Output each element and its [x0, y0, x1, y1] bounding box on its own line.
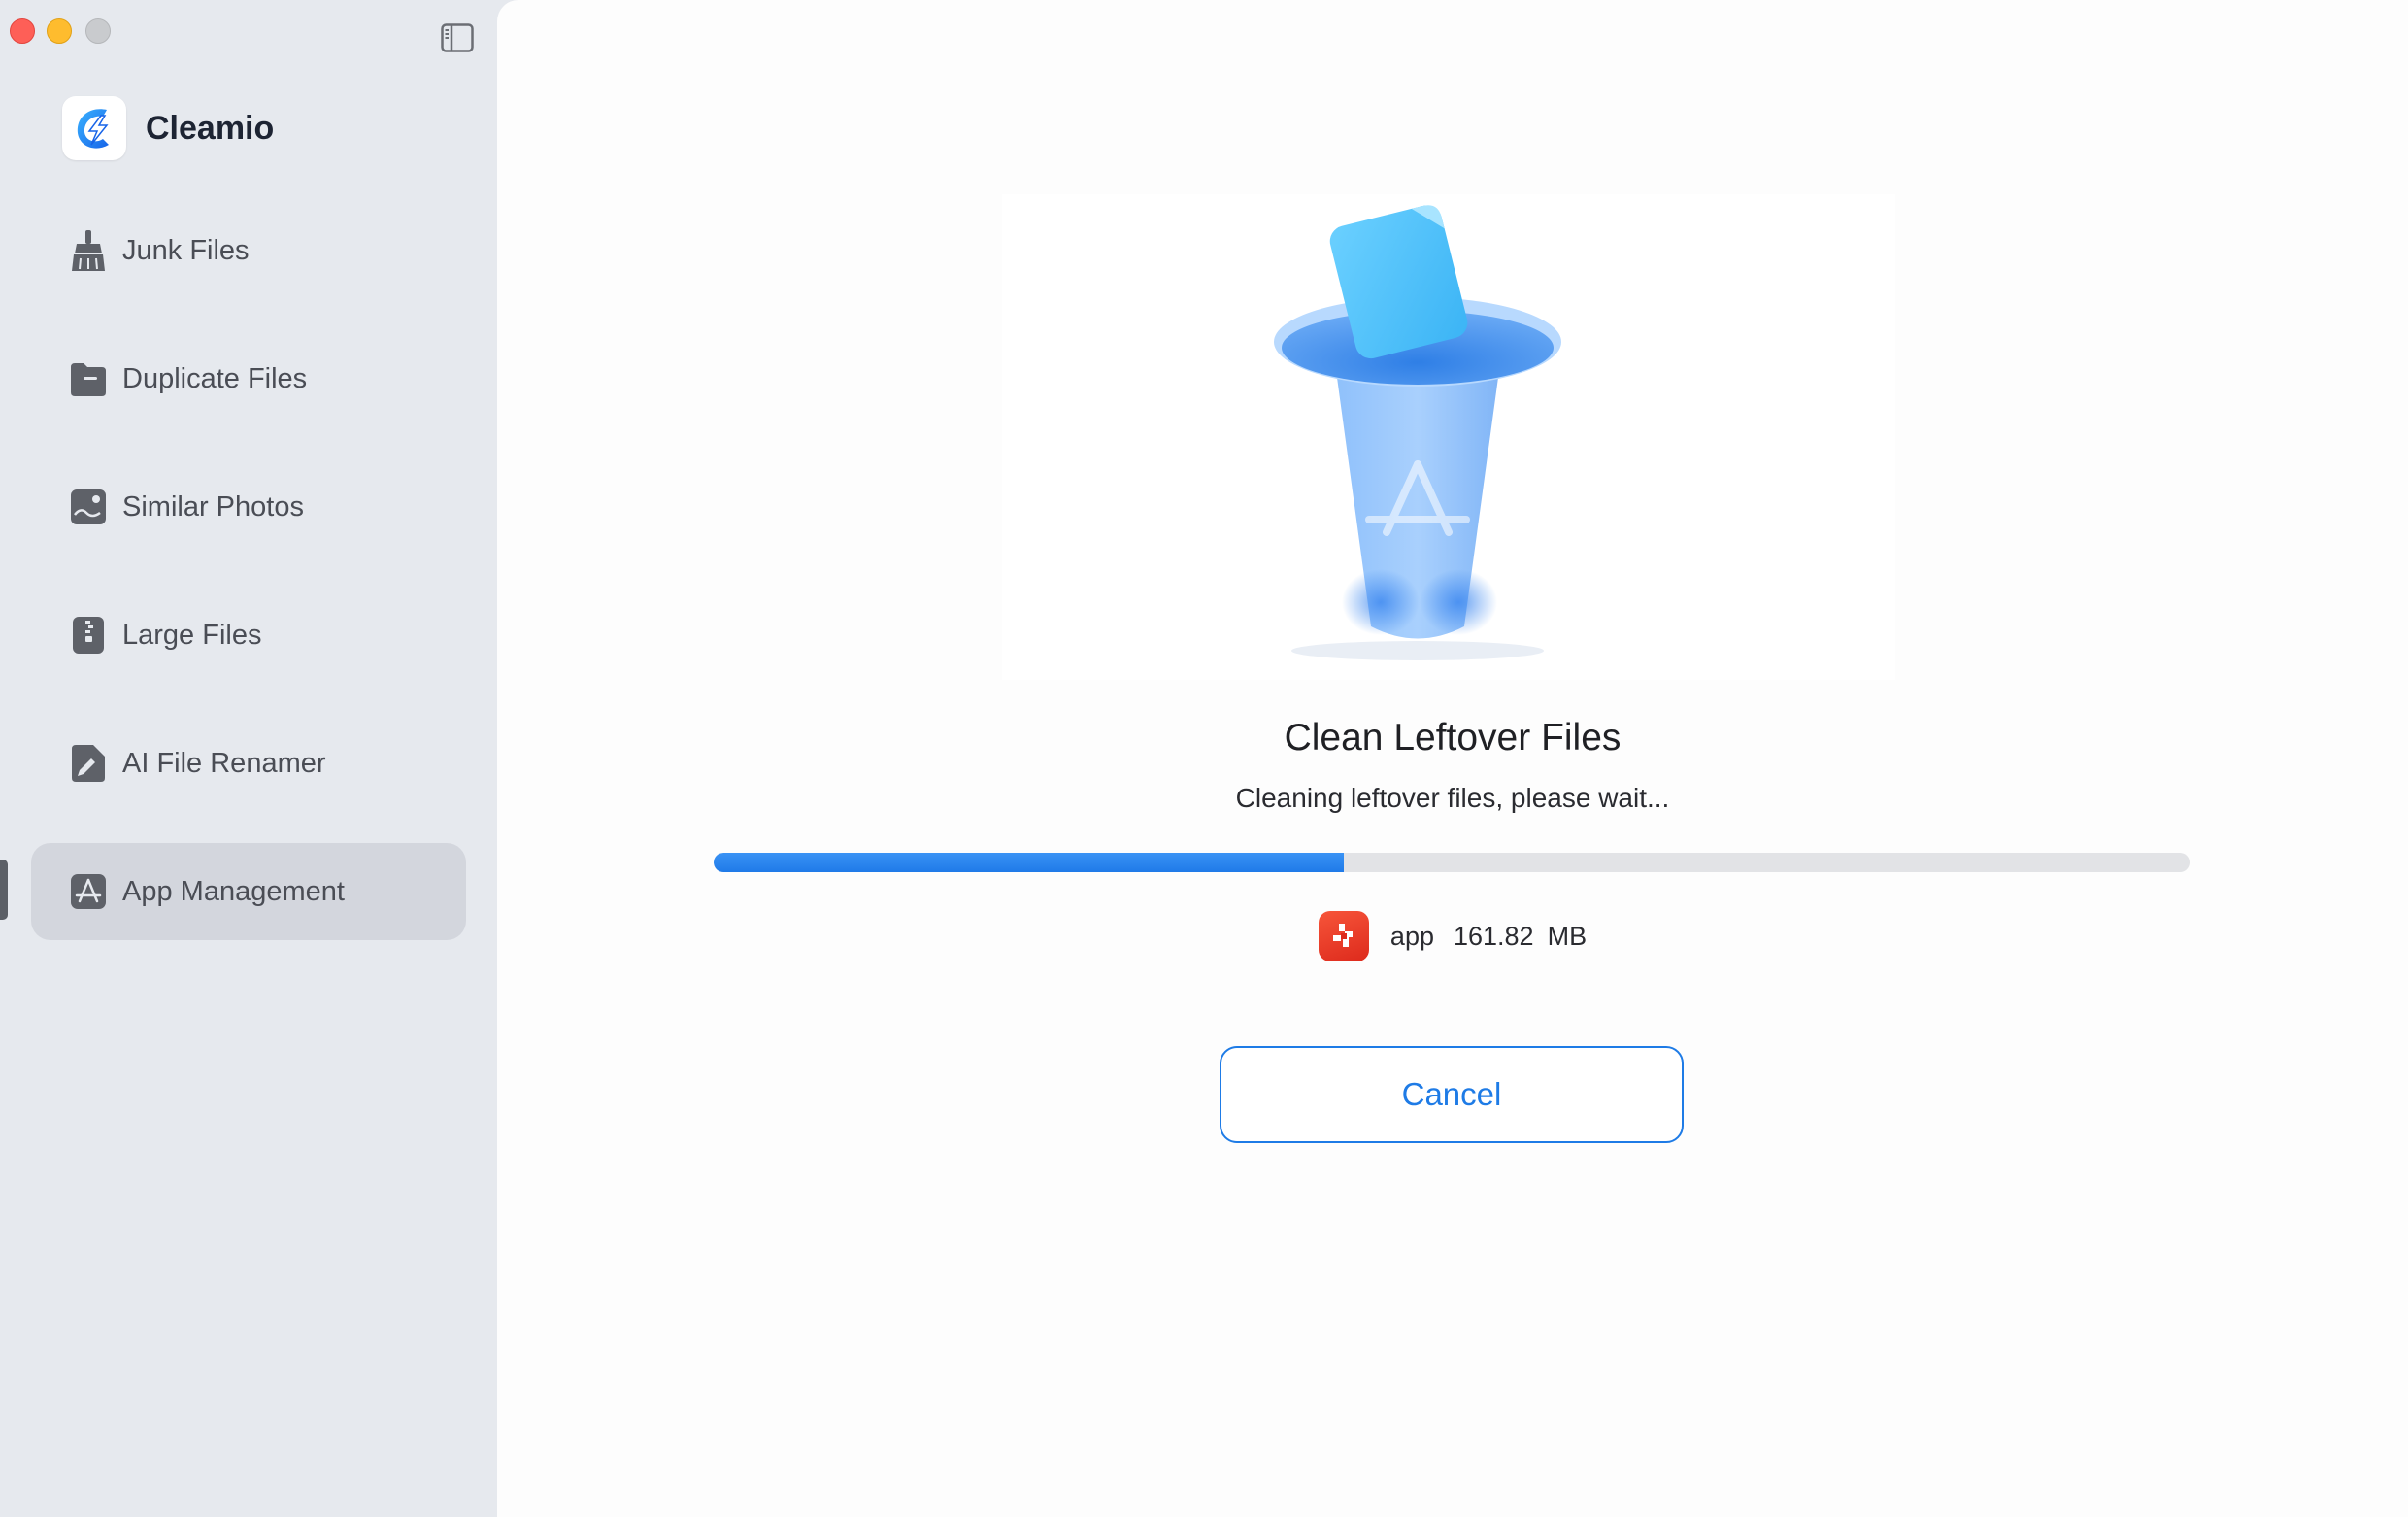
app-window: Cleamio Junk Files Duplicate Files Simil…: [0, 0, 2408, 1517]
sidebar-item-label: App Management: [122, 875, 345, 907]
window-minimize-button[interactable]: [47, 18, 72, 44]
current-file-size-unit: MB: [1547, 921, 1588, 951]
sidebar-item-label: Large Files: [122, 619, 262, 651]
trash-can-icon: [1274, 205, 1561, 660]
app-store-icon: [68, 869, 109, 914]
photo-icon: [68, 485, 109, 529]
current-file-row: app 161.82 MB: [497, 911, 2408, 961]
sidebar-item-similar-photos[interactable]: Similar Photos: [31, 458, 466, 556]
current-file-size: 161.82: [1453, 921, 1534, 951]
sidebar-nav: Junk Files Duplicate Files Similar Photo…: [31, 202, 466, 971]
zip-file-icon: [68, 613, 109, 657]
sidebar: Cleamio Junk Files Duplicate Files Simil…: [0, 0, 497, 1517]
sidebar-item-label: Junk Files: [122, 234, 250, 266]
sidebar-item-duplicate-files[interactable]: Duplicate Files: [31, 330, 466, 427]
page-title: Clean Leftover Files: [1284, 717, 1622, 758]
window-close-button[interactable]: [10, 18, 35, 44]
broom-icon: [68, 228, 109, 273]
folder-icon: [68, 356, 109, 401]
brand: Cleamio: [62, 95, 274, 161]
trash-can-illustration: [1002, 194, 1895, 680]
sidebar-item-label: Duplicate Files: [122, 362, 308, 394]
brand-name: Cleamio: [146, 109, 275, 147]
progress-bar: [714, 853, 2190, 872]
sidebar-item-label: AI File Renamer: [122, 747, 326, 779]
sidebar-toggle-icon[interactable]: [441, 23, 474, 52]
app-icon: [1318, 911, 1369, 961]
progress-bar-fill: [714, 853, 1345, 872]
window-zoom-button[interactable]: [85, 18, 111, 44]
file-rename-icon: [68, 741, 109, 786]
current-file-name: app: [1389, 921, 1434, 951]
sidebar-item-app-management[interactable]: App Management: [31, 843, 466, 940]
status-text: Cleaning leftover files, please wait...: [1235, 783, 1670, 813]
sidebar-item-junk-files[interactable]: Junk Files: [31, 202, 466, 299]
sidebar-item-label: Similar Photos: [122, 490, 304, 523]
active-item-marker: [0, 860, 8, 920]
sidebar-item-large-files[interactable]: Large Files: [31, 587, 466, 684]
sidebar-item-ai-file-renamer[interactable]: AI File Renamer: [31, 715, 466, 812]
cancel-button[interactable]: Cancel: [1220, 1046, 1684, 1143]
main-content: Clean Leftover Files Cleaning leftover f…: [497, 0, 2408, 1517]
cleamio-logo-icon: [62, 96, 126, 160]
